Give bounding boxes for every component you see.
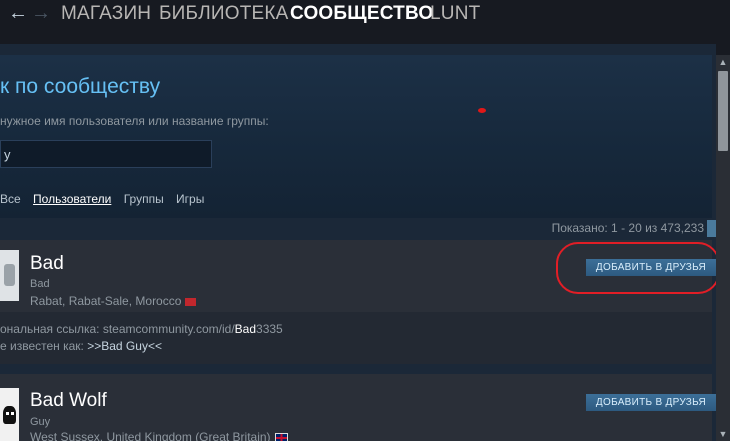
scroll-down-icon[interactable]: ▼ [716, 427, 730, 441]
location: Rabat, Rabat-Sale, Morocco [30, 294, 197, 308]
profile-url-line: ональная ссылка: steamcommunity.com/id/B… [0, 322, 283, 336]
nav-community[interactable]: СООБЩЕСТВО [290, 3, 433, 25]
nav-profile[interactable]: LUNT [430, 3, 480, 25]
uk-flag-icon [274, 432, 288, 441]
filter-tabs: Все Пользователи Группы Игры [0, 192, 213, 206]
morocco-flag-icon [185, 297, 197, 306]
filter-tab-groups[interactable]: Группы [124, 192, 164, 206]
search-result-row: Bad Wolf Guy West Sussex, United Kingdom… [0, 374, 716, 441]
annotation-circle [556, 242, 720, 294]
back-arrow-icon[interactable]: ← [8, 2, 28, 25]
search-input-value: y [4, 147, 11, 162]
scrollbar[interactable]: ▲ ▼ [716, 55, 730, 441]
search-hint: нужное имя пользователя или название гру… [0, 114, 269, 128]
nav-library[interactable]: БИБЛИОТЕКА [159, 3, 289, 25]
search-title: к по сообществу [0, 75, 161, 98]
real-name: Guy [30, 416, 51, 428]
filter-tab-all[interactable]: Все [0, 192, 21, 206]
also-known-as-line: е известен как: >>Bad Guy<< [0, 339, 162, 353]
avatar[interactable] [0, 388, 19, 441]
search-input[interactable]: y [0, 140, 212, 168]
also-known-as-value: >>Bad Guy<< [87, 339, 162, 353]
filter-tab-users[interactable]: Пользователи [33, 192, 111, 206]
real-name: Bad [30, 278, 50, 290]
forward-arrow-icon[interactable]: → [31, 2, 51, 25]
top-navigation: ← → МАГАЗИН БИБЛИОТЕКА СООБЩЕСТВО LUNT [0, 0, 730, 44]
search-panel: к по сообществу нужное имя пользователя … [0, 55, 712, 218]
avatar[interactable] [0, 250, 19, 301]
add-friend-button[interactable]: ДОБАВИТЬ В ДРУЗЬЯ [586, 394, 716, 411]
filter-tab-games[interactable]: Игры [176, 192, 204, 206]
nav-store[interactable]: МАГАЗИН [61, 3, 151, 25]
scroll-thumb[interactable] [718, 71, 728, 151]
results-count: Показано: 1 - 20 из 473,233 [551, 221, 704, 235]
location: West Sussex, United Kingdom (Great Brita… [30, 430, 288, 441]
scroll-up-icon[interactable]: ▲ [716, 55, 730, 69]
persona-name[interactable]: Bad [30, 253, 64, 275]
url-highlight: Bad [234, 322, 257, 336]
persona-name[interactable]: Bad Wolf [30, 390, 107, 412]
count-bar [707, 220, 716, 237]
result-header: Bad Wolf Guy West Sussex, United Kingdom… [0, 374, 716, 441]
red-dot-mark [478, 108, 486, 113]
